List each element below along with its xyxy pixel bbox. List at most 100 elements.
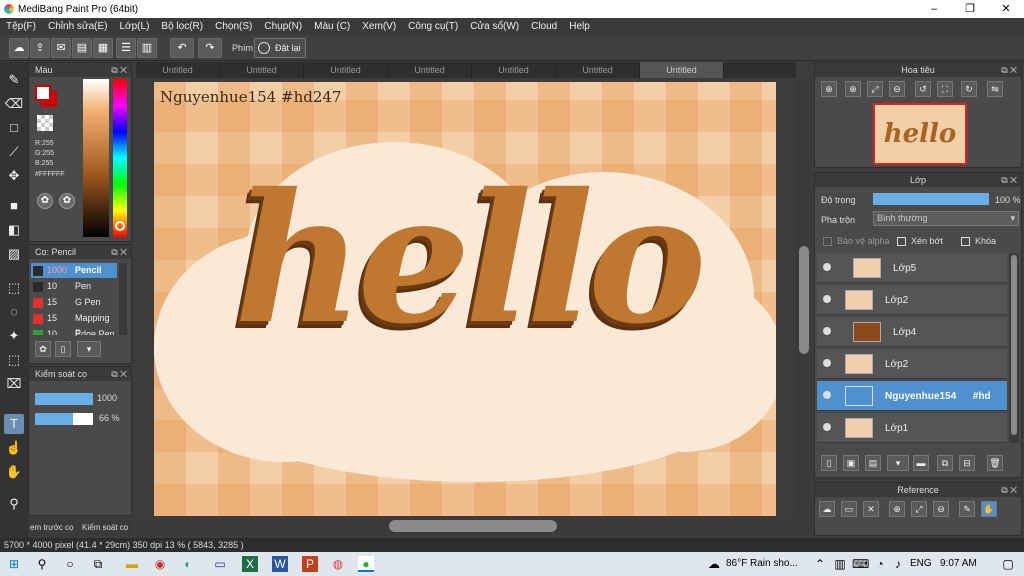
eye-icon[interactable] bbox=[823, 327, 831, 335]
zoom-in-icon[interactable]: ⊕ bbox=[821, 81, 837, 97]
lasso-tool-icon[interactable]: ◌ bbox=[4, 302, 24, 322]
lock-checkbox[interactable] bbox=[961, 237, 970, 246]
chat-icon[interactable]: ▤ bbox=[72, 38, 92, 58]
fullscreen-icon[interactable]: ⛶ bbox=[937, 81, 953, 97]
menu-window[interactable]: Cửa sổ(W) bbox=[464, 21, 525, 32]
eye-icon[interactable] bbox=[823, 391, 831, 399]
hand-tool-icon[interactable]: ✋ bbox=[4, 462, 24, 482]
notification-icon[interactable]: ▢ bbox=[1000, 556, 1016, 572]
zoom-out-icon[interactable]: ⊖ bbox=[933, 501, 949, 517]
operation-tool-icon[interactable]: ☝ bbox=[4, 438, 24, 458]
doc-tab[interactable]: Untitled bbox=[136, 62, 220, 78]
document-icon[interactable]: ▦ bbox=[93, 38, 113, 58]
maximize-button[interactable]: ❐ bbox=[952, 0, 988, 18]
hand-icon[interactable]: ✋ bbox=[981, 501, 997, 517]
task-view-icon[interactable]: ⧉ bbox=[90, 556, 106, 572]
add-layer-menu-icon[interactable]: ▾ bbox=[887, 455, 909, 471]
redo-icon[interactable]: ↷ bbox=[198, 38, 222, 58]
zoom-in-icon[interactable]: ⊕ bbox=[889, 501, 905, 517]
eye-icon[interactable] bbox=[823, 359, 831, 367]
blend-mode-select[interactable]: Bình thường ▾ bbox=[873, 211, 1019, 226]
doc-tab[interactable]: Untitled bbox=[556, 62, 640, 78]
layer-row[interactable]: Lớp4 bbox=[817, 317, 1007, 347]
doc-tab[interactable]: Untitled bbox=[304, 62, 388, 78]
eyedropper-icon[interactable]: ✎ bbox=[959, 501, 975, 517]
flip-icon[interactable]: ⇋ bbox=[987, 81, 1003, 97]
protect-alpha-checkbox[interactable] bbox=[823, 237, 832, 246]
text-tool-icon[interactable]: T bbox=[4, 414, 24, 434]
new-1bit-layer-icon[interactable]: ▤ bbox=[865, 455, 881, 471]
open-folder-icon[interactable]: ▭ bbox=[841, 501, 857, 517]
tab-brush-preview[interactable]: em trước cọ bbox=[30, 520, 80, 536]
eye-icon[interactable] bbox=[823, 295, 831, 303]
volume-icon[interactable]: ♪ bbox=[890, 556, 906, 572]
magic-wand-tool-icon[interactable]: ✦ bbox=[4, 326, 24, 346]
cortana-icon[interactable]: ○ bbox=[62, 556, 78, 572]
eraser-tool-icon[interactable]: ⌫ bbox=[4, 94, 24, 114]
network-icon[interactable]: ▥ bbox=[832, 556, 848, 572]
brush-size-slider[interactable] bbox=[35, 393, 93, 405]
panel-close-icon[interactable]: ⧉ ✕ bbox=[111, 63, 127, 77]
merge-layer-icon[interactable]: ⊟ bbox=[959, 455, 975, 471]
duplicate-layer-icon[interactable]: ⧉ bbox=[937, 455, 953, 471]
rectangle-tool-icon[interactable]: □ bbox=[4, 118, 24, 138]
panel-close-icon[interactable]: ⧉ ✕ bbox=[1001, 483, 1017, 497]
layer-opacity-slider[interactable] bbox=[873, 193, 989, 205]
fit-icon[interactable]: ⤢ bbox=[911, 501, 927, 517]
select-eraser-tool-icon[interactable]: ⌧ bbox=[4, 374, 24, 394]
delete-layer-icon[interactable]: 🗑 bbox=[987, 455, 1003, 471]
chevron-up-icon[interactable]: ⌃ bbox=[812, 556, 828, 572]
menu-view[interactable]: Xem(V) bbox=[356, 21, 402, 32]
medibang-icon[interactable]: ● bbox=[358, 556, 374, 572]
navigator-thumbnail[interactable]: hello bbox=[873, 103, 967, 165]
brush-list-scrollbar[interactable] bbox=[119, 263, 127, 335]
bucket-tool-icon[interactable]: ◧ bbox=[4, 220, 24, 240]
eye-icon[interactable] bbox=[823, 263, 831, 271]
select-pen-tool-icon[interactable]: ⬚ bbox=[4, 350, 24, 370]
zoom-out-icon[interactable]: ⊖ bbox=[889, 81, 905, 97]
folder-icon[interactable]: ▬ bbox=[913, 455, 929, 471]
palette-icon[interactable]: ✿ bbox=[37, 193, 53, 209]
layer-row[interactable]: Lớp1 bbox=[817, 413, 1007, 443]
brush-item[interactable]: 1000 Pencil bbox=[31, 263, 117, 278]
panel-close-icon[interactable]: ⧉ ✕ bbox=[111, 367, 127, 381]
menu-filter[interactable]: Bộ lọc(R) bbox=[155, 21, 209, 32]
comment-icon[interactable]: ✉ bbox=[51, 38, 71, 58]
app-icon[interactable]: ◉ bbox=[152, 556, 168, 572]
undo-icon[interactable]: ↶ bbox=[170, 38, 194, 58]
select-rect-tool-icon[interactable]: ⬚ bbox=[4, 278, 24, 298]
cloud-icon[interactable]: ☁ bbox=[9, 38, 29, 58]
menu-tools[interactable]: Công cụ(T) bbox=[402, 21, 464, 32]
fill-rect-tool-icon[interactable]: ■ bbox=[4, 196, 24, 216]
primary-color-swatch[interactable] bbox=[35, 85, 51, 101]
canvas-workspace[interactable]: hello Nguyenhue154 #hd247 bbox=[136, 78, 796, 518]
windows-start-icon[interactable]: ⊞ bbox=[6, 556, 22, 572]
rotate-left-icon[interactable]: ↺ bbox=[915, 81, 931, 97]
powerpoint-icon[interactable]: P bbox=[302, 556, 318, 572]
clock[interactable]: 9:07 AM bbox=[940, 558, 977, 569]
brush-tool-icon[interactable]: ✎ bbox=[4, 70, 24, 90]
new-brush-icon[interactable]: ▯ bbox=[55, 341, 71, 357]
zoom-in-icon[interactable]: ⊕ bbox=[845, 81, 861, 97]
panel-close-icon[interactable]: ⧉ ✕ bbox=[1001, 173, 1017, 187]
new-layer-icon[interactable]: ▯ bbox=[821, 455, 837, 471]
brush-menu-icon[interactable]: ▾ bbox=[77, 341, 101, 357]
weather-text[interactable]: 86°F Rain sho... bbox=[726, 558, 798, 569]
transparent-color-swatch[interactable] bbox=[37, 115, 53, 131]
doc-tab-active[interactable]: Untitled bbox=[640, 62, 724, 78]
layer-row[interactable]: Lớp2 bbox=[817, 349, 1007, 379]
chrome-icon[interactable]: ◍ bbox=[330, 556, 346, 572]
drawing-canvas[interactable]: hello Nguyenhue154 #hd247 bbox=[154, 82, 776, 516]
minimize-button[interactable]: – bbox=[916, 0, 952, 18]
menu-edit[interactable]: Chỉnh sửa(E) bbox=[42, 21, 114, 32]
panel-close-icon[interactable]: ⧉ ✕ bbox=[111, 245, 127, 259]
menu-capture[interactable]: Chụp(N) bbox=[258, 21, 308, 32]
menu-layer[interactable]: Lớp(L) bbox=[114, 21, 156, 32]
new-halftone-layer-icon[interactable]: ▣ bbox=[843, 455, 859, 471]
panel-close-icon[interactable]: ⧉ ✕ bbox=[1001, 63, 1017, 77]
layer-list-scrollbar[interactable] bbox=[1009, 253, 1019, 443]
brush-item[interactable]: 15 Mapping P bbox=[31, 311, 117, 338]
grid-icon[interactable]: ▥ bbox=[137, 38, 157, 58]
eye-icon[interactable] bbox=[823, 423, 831, 431]
canvas-vertical-scroll-thumb[interactable] bbox=[799, 246, 809, 354]
